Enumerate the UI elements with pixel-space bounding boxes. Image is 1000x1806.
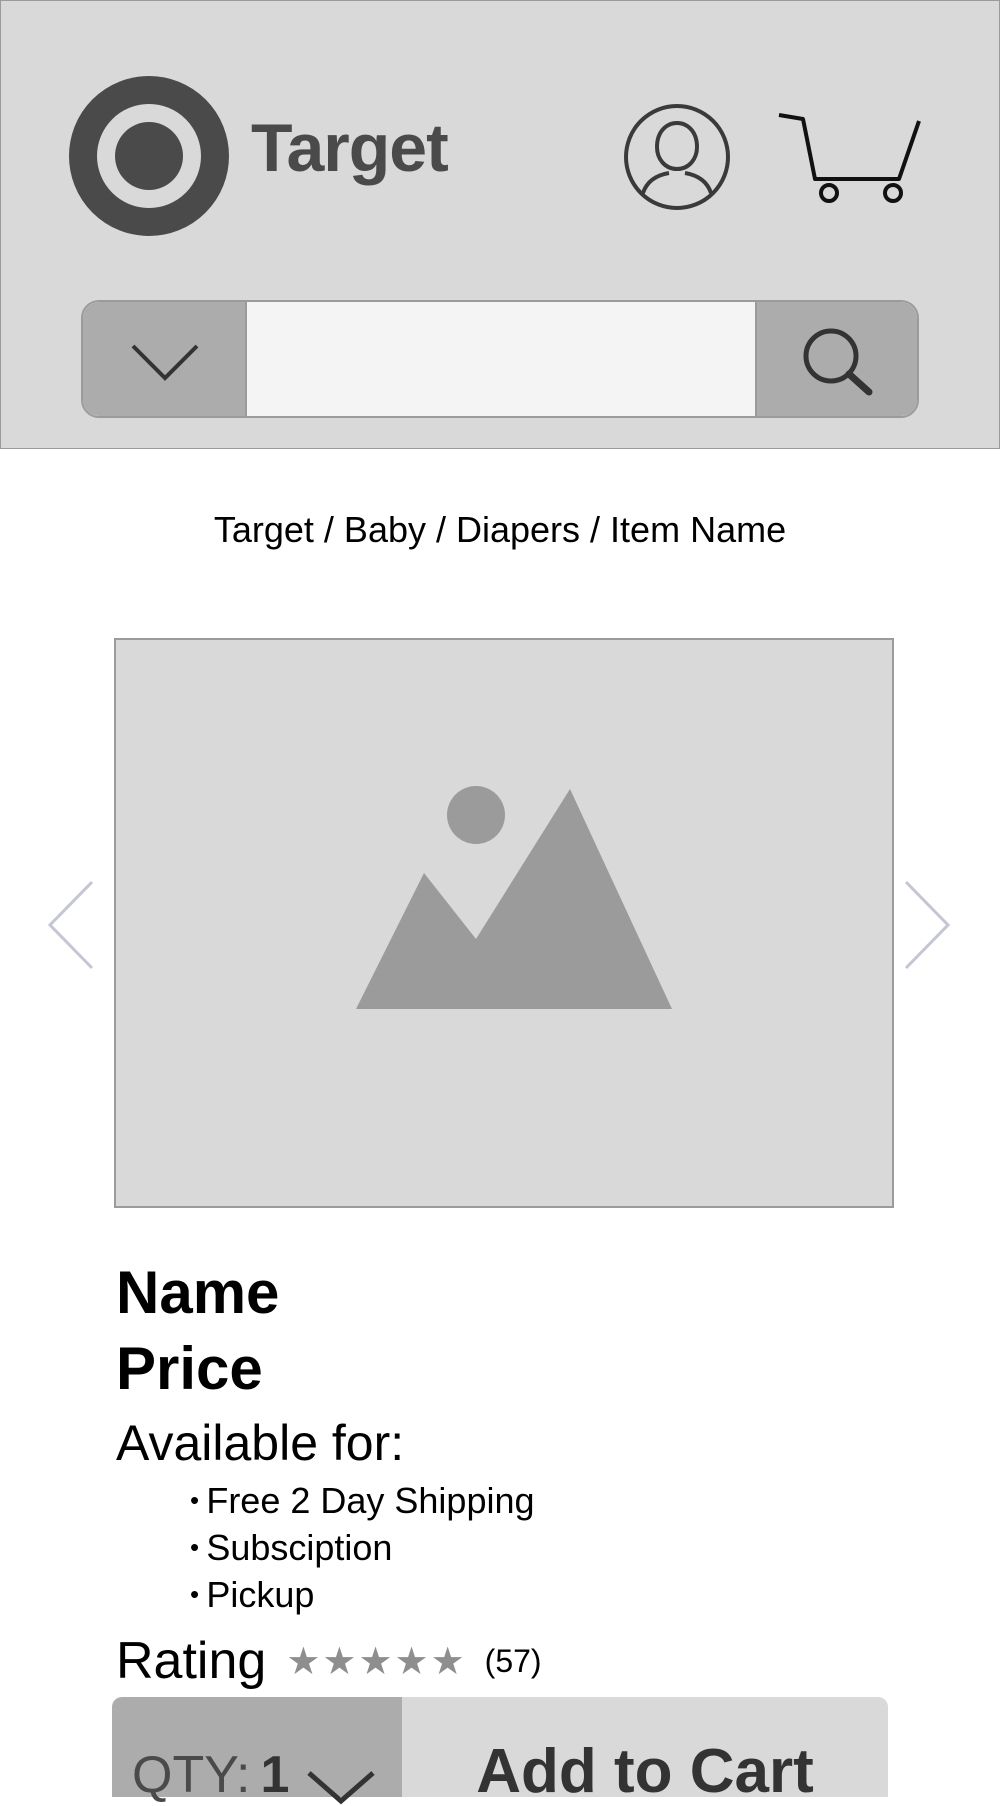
product-price: Price <box>116 1335 263 1402</box>
availability-option: Pickup <box>190 1571 916 1618</box>
availability-option: Free 2 Day Shipping <box>190 1477 916 1524</box>
site-header: Target <box>0 0 1000 449</box>
previous-image-arrow-icon[interactable] <box>46 880 96 970</box>
purchase-bar: QTY: 1 Add to Cart <box>112 1697 888 1805</box>
account-icon[interactable] <box>623 103 731 211</box>
qty-value: 1 <box>260 1746 290 1804</box>
availability-option: Subsciption <box>190 1524 916 1571</box>
star-rating-icon[interactable]: ★★★★★ <box>286 1639 466 1684</box>
chevron-down-icon <box>131 344 199 381</box>
breadcrumb[interactable]: Target / Baby / Diapers / Item Name <box>0 508 1000 551</box>
rating-label: Rating <box>116 1632 267 1690</box>
product-info: Name Price Available for: Free 2 Day Shi… <box>116 1255 916 1694</box>
product-name: Name <box>116 1259 280 1326</box>
product-image <box>114 638 894 1208</box>
search-icon <box>803 328 873 396</box>
quantity-select[interactable]: QTY: 1 <box>112 1697 402 1805</box>
search-button[interactable] <box>755 302 917 416</box>
target-logo-icon[interactable] <box>69 76 229 236</box>
image-placeholder-icon <box>356 786 672 1009</box>
qty-label: QTY: <box>132 1746 251 1804</box>
add-to-cart-button[interactable]: Add to Cart <box>402 1697 888 1803</box>
search-input[interactable] <box>247 302 757 416</box>
search-bar <box>81 300 919 418</box>
logo-text[interactable]: Target <box>251 114 449 182</box>
chevron-down-icon <box>307 1771 376 1805</box>
availability-list: Free 2 Day Shipping Subsciption Pickup <box>116 1477 916 1618</box>
search-category-dropdown[interactable] <box>83 302 247 416</box>
rating-row: Rating ★★★★★ (57) <box>116 1628 916 1694</box>
next-image-arrow-icon[interactable] <box>902 880 952 970</box>
cart-icon[interactable] <box>777 111 923 205</box>
availability-label: Available for: <box>116 1415 405 1471</box>
rating-count[interactable]: (57) <box>485 1643 542 1680</box>
